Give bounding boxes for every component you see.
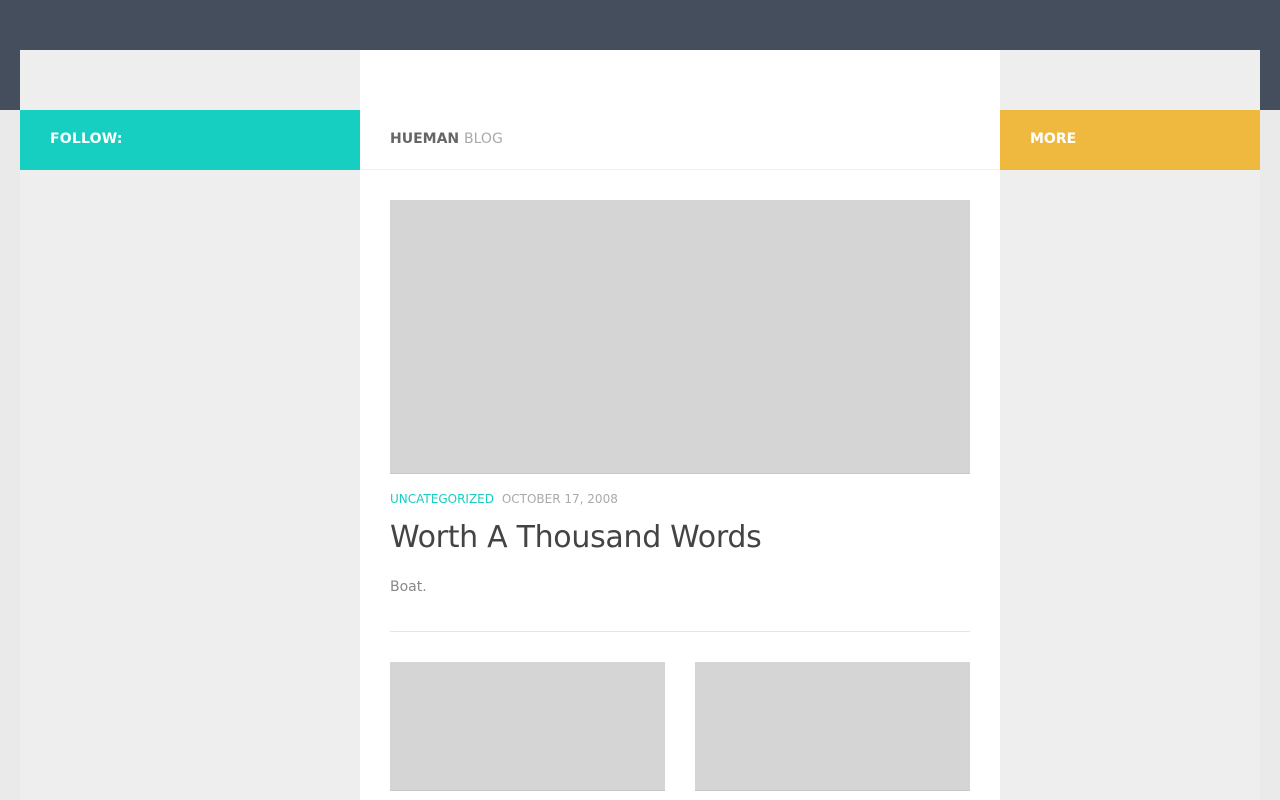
page-title: HUEMAN BLOG <box>360 110 1000 170</box>
post-excerpt: Boat. <box>390 579 427 595</box>
post-divider <box>390 631 970 632</box>
site-name: HUEMAN <box>390 131 460 147</box>
sidebar-left: FOLLOW: <box>20 50 360 800</box>
post-category-link[interactable]: UNCATEGORIZED <box>390 492 494 506</box>
more-heading: MORE <box>1030 131 1077 147</box>
post-date: OCTOBER 17, 2008 <box>501 492 618 506</box>
section-name: BLOG <box>464 131 503 147</box>
page-wrapper: FOLLOW: HUEMAN BLOG UNCATEGORIZED OCTOBE… <box>20 50 1260 800</box>
post-title-link[interactable]: Worth A Thousand Words <box>390 520 762 555</box>
sidebar-right: MORE <box>1000 50 1260 800</box>
main-content: HUEMAN BLOG UNCATEGORIZED OCTOBER 17, 20… <box>360 50 1000 800</box>
post-thumbnail[interactable] <box>695 662 970 791</box>
more-heading-bar: MORE <box>1000 110 1260 170</box>
follow-heading-bar: FOLLOW: <box>20 110 360 170</box>
post-meta: UNCATEGORIZED OCTOBER 17, 2008 <box>390 492 618 506</box>
featured-post-thumbnail[interactable] <box>390 200 970 474</box>
follow-heading: FOLLOW: <box>50 131 123 147</box>
post-thumbnail[interactable] <box>390 662 665 791</box>
page-title-text: HUEMAN BLOG <box>390 131 503 147</box>
